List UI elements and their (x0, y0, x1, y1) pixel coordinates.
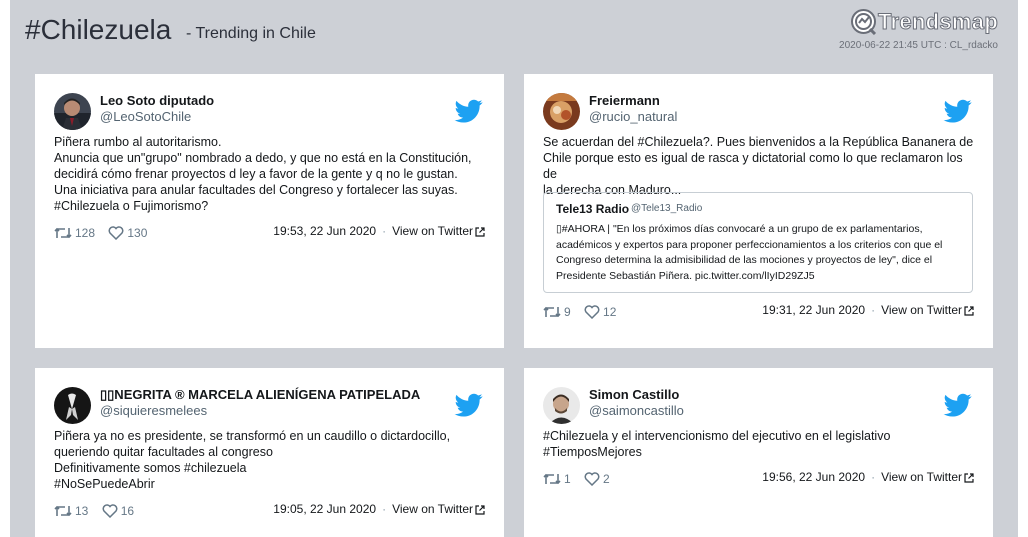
tweet-author-handle[interactable]: @LeoSotoChile (100, 109, 191, 124)
like-button[interactable]: 12 (584, 304, 617, 320)
external-link-icon (475, 505, 485, 515)
tweet-footer: 19:31, 22 Jun 2020 · View on Twitter (762, 303, 974, 321)
tweet-text-line: Piñera rumbo al autoritarismo. (54, 135, 222, 149)
tweet-author-name[interactable]: Leo Soto diputado (100, 93, 214, 108)
trendsmap-logo-icon (851, 9, 877, 35)
tweet-text-line: Anuncia que un"grupo" nombrado a dedo, y… (54, 151, 472, 165)
tweet-text-line: Se acuerdan del #Chilezuela?. Pues bienv… (543, 135, 974, 149)
tweet-text-line: #Chilezuela y el intervencionismo del ej… (543, 429, 891, 443)
tweet-text-line: #Chilezuela o Fujimorismo? (54, 199, 209, 213)
tweet-card: Simon Castillo @saimoncastillo #Chilezue… (524, 368, 993, 537)
tweet-text-line: decidirá cómo frenar proyectos d ley a f… (54, 167, 458, 181)
tweet-text-line: #NoSePuedeAbrir (54, 477, 155, 491)
retweet-button[interactable]: 9 (543, 304, 571, 319)
tweet-footer: 19:05, 22 Jun 2020 · View on Twitter (273, 502, 485, 520)
retweet-button[interactable]: 13 (54, 503, 88, 518)
tweet-author-handle[interactable]: @rucio_natural (589, 109, 677, 124)
tweet-text-line: queriendo quitar facultades al congreso (54, 445, 273, 459)
like-button[interactable]: 2 (584, 471, 610, 487)
tweet-text-line: #TiemposMejores (543, 445, 642, 459)
twitter-bird-icon[interactable] (453, 97, 485, 125)
tweet-text: #Chilezuela y el intervencionismo del ej… (543, 428, 979, 460)
like-button[interactable]: 16 (102, 503, 135, 519)
retweet-icon (54, 228, 72, 239)
heart-icon (584, 472, 600, 487)
separator-dot: · (382, 224, 387, 238)
quoted-text-line: ▯#AHORA | "En los próximos días convocar… (556, 223, 923, 235)
tweet-date[interactable]: 19:31, 22 Jun 2020 (762, 303, 865, 317)
tweet-card: ▯▯NEGRITA ® MARCELA ALIENÍGENA PATIPELAD… (35, 368, 504, 537)
quoted-text-line: Congreso determina la admisibilidad de l… (556, 254, 933, 266)
tweet-text: Piñera rumbo al autoritarismo. Anuncia q… (54, 134, 490, 214)
retweet-button[interactable]: 128 (54, 225, 95, 240)
twitter-bird-icon[interactable] (942, 97, 974, 125)
retweet-count: 13 (75, 504, 89, 519)
tweet-text-line: Una iniciativa para anular facultades de… (54, 183, 458, 197)
tweet-text: Se acuerdan del #Chilezuela?. Pues bienv… (543, 134, 979, 198)
avatar[interactable] (543, 93, 580, 130)
view-on-twitter-link[interactable]: View on Twitter (881, 303, 962, 317)
twitter-bird-icon[interactable] (942, 391, 974, 419)
tweet-card: Leo Soto diputado @LeoSotoChile Piñera r… (35, 74, 504, 348)
twitter-bird-icon[interactable] (453, 391, 485, 419)
like-count: 16 (120, 504, 135, 519)
like-count: 2 (603, 472, 610, 487)
quoted-text-line: académicos y expertos para proponer perf… (556, 238, 943, 251)
tweet-footer: 19:53, 22 Jun 2020 · View on Twitter (273, 224, 485, 242)
external-link-icon (964, 306, 974, 316)
tweet-actions: 9 12 (543, 304, 626, 322)
heart-icon (584, 305, 600, 320)
tweet-text-line: Chile porque esto es igual de rasca y di… (543, 151, 963, 181)
like-count: 12 (603, 305, 617, 320)
quoted-text-line: Presidente Sebastián Piñera. pic.twitter… (556, 269, 815, 282)
tweet-card: Freiermann @rucio_natural Se acuerdan de… (524, 74, 993, 348)
retweet-count: 128 (75, 226, 96, 241)
tweet-actions: 128 130 (54, 225, 157, 243)
trendsmap-logo-text: Trendsmap (877, 9, 999, 35)
quoted-author-name: Tele13 Radio (556, 202, 630, 216)
page-title: #Chilezuela (25, 14, 172, 45)
tweet-footer: 19:56, 22 Jun 2020 · View on Twitter (762, 470, 974, 488)
tweet-date[interactable]: 19:05, 22 Jun 2020 (273, 502, 376, 516)
heart-icon (108, 226, 124, 241)
like-count: 130 (127, 226, 148, 241)
tweet-actions: 13 16 (54, 503, 144, 521)
retweet-count: 1 (564, 472, 571, 487)
tweet-author-handle[interactable]: @siquieresmelees (100, 403, 207, 418)
retweet-icon (543, 474, 561, 485)
separator-dot: · (871, 303, 876, 317)
tweet-text-line: Definitivamente somos #chilezuela (54, 461, 247, 475)
avatar[interactable] (54, 93, 91, 130)
retweet-icon (54, 506, 72, 517)
avatar[interactable] (543, 387, 580, 424)
retweet-count: 9 (564, 305, 571, 320)
avatar[interactable] (54, 387, 91, 424)
separator-dot: · (382, 502, 387, 516)
tweet-author-name[interactable]: ▯▯NEGRITA ® MARCELA ALIENÍGENA PATIPELAD… (100, 387, 420, 403)
tweet-author-handle[interactable]: @saimoncastillo (589, 403, 684, 418)
page-subtitle: - Trending in Chile (186, 25, 316, 42)
tweet-text-line: Piñera ya no es presidente, se transform… (54, 429, 451, 443)
external-link-icon (964, 473, 974, 483)
retweet-icon (543, 307, 561, 318)
trendsmap-logo[interactable]: Trendsmap (850, 8, 1000, 36)
like-button[interactable]: 130 (108, 225, 148, 241)
quoted-text: ▯#AHORA | "En los próximos días convocar… (556, 222, 966, 284)
tweet-date[interactable]: 19:56, 22 Jun 2020 (762, 470, 865, 484)
external-link-icon (475, 227, 485, 237)
view-on-twitter-link[interactable]: View on Twitter (392, 224, 473, 238)
tweet-author-name[interactable]: Freiermann (589, 93, 660, 108)
timestamp-meta: 2020-06-22 21:45 UTC : CL_rdacko (839, 40, 998, 51)
separator-dot: · (871, 470, 876, 484)
tweet-author-name[interactable]: Simon Castillo (589, 387, 679, 402)
view-on-twitter-link[interactable]: View on Twitter (881, 470, 962, 484)
heart-icon (102, 504, 118, 519)
tweet-text: Piñera ya no es presidente, se transform… (54, 428, 490, 492)
view-on-twitter-link[interactable]: View on Twitter (392, 502, 473, 516)
quoted-tweet[interactable]: Tele13 Radio @Tele13_Radio ▯#AHORA | "En… (543, 192, 973, 293)
retweet-button[interactable]: 1 (543, 471, 571, 486)
tweet-actions: 1 2 (543, 471, 620, 489)
tweet-date[interactable]: 19:53, 22 Jun 2020 (273, 224, 376, 238)
quoted-author-handle: @Tele13_Radio (631, 203, 703, 214)
